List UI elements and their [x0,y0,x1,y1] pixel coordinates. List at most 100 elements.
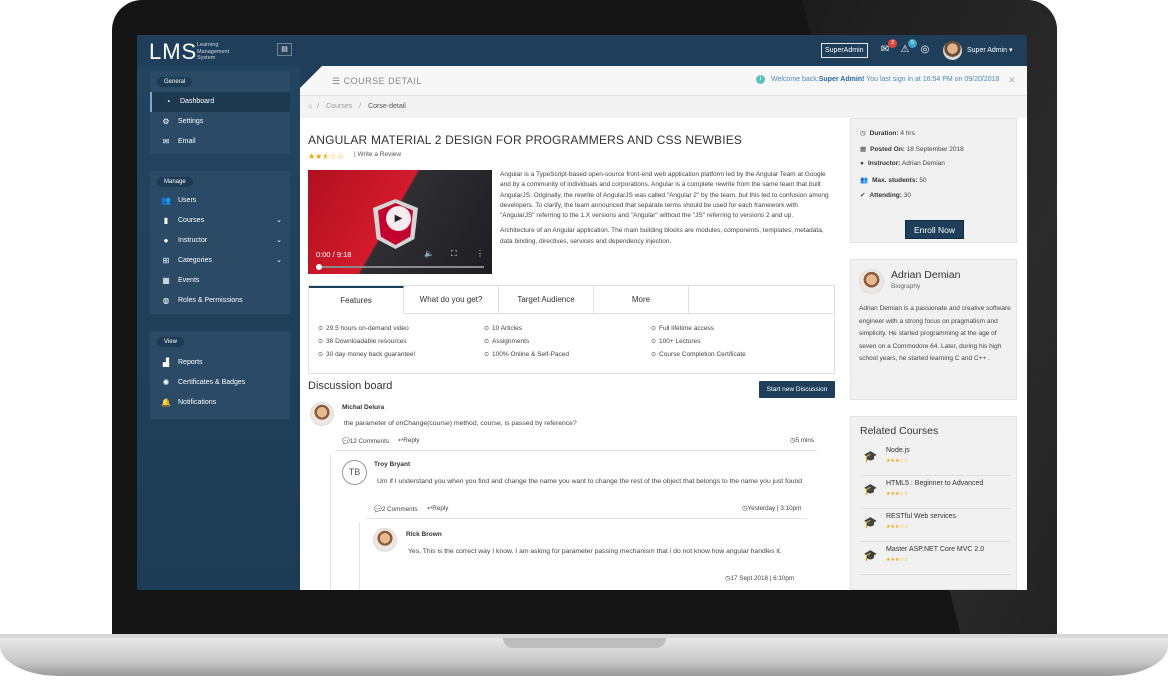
close-icon[interactable]: ✕ [1008,75,1016,86]
feature-item: ⊙ Course Completion Certificate [651,351,746,358]
user-icon: ● [860,160,864,167]
related-course-item[interactable]: 🎓 HTML5 : Beginner to Advanced ★★★☆☆ [860,476,1010,509]
check-circle-icon: ⊙ [318,352,324,358]
course-info-card: ◷ Duration: 4 hrs ▦ Posted On: 18 Septembe… [850,118,1017,243]
description-paragraph: Architecture of an Angular application. … [500,227,824,245]
sidebar-item-label: Courses [178,217,205,224]
sidebar-item-certificates[interactable]: ✺ Certificates & Badges [150,373,290,393]
graduation-cap-icon: 🎓 [863,484,878,496]
instructor-name[interactable]: Adrian Demian [891,269,960,281]
comments-link[interactable]: 💬12 Comments [342,437,389,445]
fullscreen-icon[interactable]: ⛶ [451,249,457,259]
chat-icon[interactable]: ✉ 3 [878,39,897,57]
comment-author[interactable]: Michal Delura [342,404,384,411]
user-avatar[interactable] [943,41,962,60]
sidebar-item-courses[interactable]: ▮ Courses ⌄ [150,211,290,231]
course-video-player[interactable]: ▶ 0:00 / 9:18 🔈 ⛶ ⋮ [308,170,492,274]
enroll-now-button[interactable]: Enroll Now [905,220,964,239]
related-course-item[interactable]: 🎓 Master ASP.NET Core MVC 2.0 ★★★☆☆ [860,542,1010,575]
info-attending: ✔ Attending: 30 [860,192,911,199]
page-header: ☰ COURSE DETAIL i Welcome back,Super Adm… [300,66,1027,96]
video-scrubber[interactable] [316,264,322,270]
related-course-stars: ★★★☆☆ [886,458,909,464]
check-icon: ✔ [860,192,866,199]
related-course-name[interactable]: Master ASP.NET Core MVC 2.0 [886,546,984,553]
role-badge[interactable]: SuperAdmin [821,43,868,58]
user-menu[interactable]: Super Admin ▾ [967,46,1013,54]
feature-item: ⊙ 100% Online & Self-Paced [484,351,569,358]
bar-chart-icon: ▟ [162,358,170,367]
sidebar-item-users[interactable]: 👥 Users [150,191,290,211]
play-icon[interactable]: ▶ [386,206,411,231]
globe-icon[interactable]: ◎ [918,43,932,57]
calendar-icon: ▦ [860,146,867,153]
sidebar-item-label: Events [178,277,200,284]
write-review-link[interactable]: | Write a Review [354,151,401,158]
check-circle-icon: ⊙ [318,326,324,332]
breadcrumb-courses[interactable]: Courses [326,103,352,110]
discussion-title: Discussion board [308,380,393,392]
home-icon[interactable]: ⌂ [308,103,312,110]
sitemap-icon: ⊞ [162,256,170,265]
video-progress-bar[interactable] [316,266,484,268]
related-course-name[interactable]: Node.js [886,447,910,454]
course-title: ANGULAR MATERIAL 2 DESIGN FOR PROGRAMMER… [308,133,743,147]
check-circle-icon: ⊙ [318,339,324,345]
comment-author[interactable]: Rick Brown [406,531,442,538]
more-options-icon[interactable]: ⋮ [476,249,484,258]
breadcrumb-current: Corse-detail [368,103,406,110]
sidebar-item-events[interactable]: ▦ Events [150,271,290,291]
logo-subtitle: Learning Management System [197,42,230,61]
comments-link[interactable]: 💬2 Comments [374,505,418,513]
avatar-initials[interactable]: TB [342,460,367,485]
sidebar-item-roles[interactable]: ◍ Roles & Permissions [150,291,290,311]
sidebar-section-view: View ▟ Reports ✺ Certificates & Badges 🔔 No… [150,331,290,419]
avatar[interactable] [310,402,334,426]
divider [336,450,817,451]
related-course-item[interactable]: 🎓 Node.js ★★★☆☆ [860,443,1010,476]
sidebar-item-settings[interactable]: ⚙ Settings [150,112,290,132]
sidebar-toggle-icon[interactable]: ▤ [277,43,292,56]
tab-target-audience[interactable]: Target Audience [499,286,594,313]
comment-text: the parameter of onChange(course) method… [344,420,577,427]
instructor-avatar[interactable] [859,269,884,294]
breadcrumb-separator: / [359,103,362,110]
sidebar-item-label: Email [178,138,196,145]
comment-author[interactable]: Troy Bryant [374,461,410,468]
reply-link[interactable]: ↩Reply [427,505,448,512]
page-title-text: COURSE DETAIL [343,76,422,86]
start-discussion-button[interactable]: Start new Discussion [759,381,835,398]
comment-text: Yes, This is the correct way I know. I a… [408,548,782,555]
reply-link[interactable]: ↩Reply [398,437,419,444]
section-heading: View [157,337,184,347]
graduation-cap-icon: 🎓 [863,550,878,562]
certificate-icon: ✺ [162,378,170,387]
avatar[interactable] [373,528,397,552]
related-course-name[interactable]: RESTful Web services [886,513,956,520]
course-rating-stars: ★★⯪☆☆ [308,152,345,161]
main-area: ☰ COURSE DETAIL i Welcome back,Super Adm… [300,66,1027,590]
tab-more[interactable]: More [594,286,689,313]
comments-icon: 💬 [374,506,382,513]
tab-features[interactable]: Features [309,286,404,313]
tab-what-do-you-get[interactable]: What do you get? [404,286,499,313]
sidebar-item-reports[interactable]: ▟ Reports [150,353,290,373]
app-screen: LMS Learning Management System ▤ SuperAd… [137,35,1027,590]
chat-count-badge: 3 [888,39,897,48]
alert-count-badge: 5 [908,39,917,48]
sidebar-item-email[interactable]: ✉ Email [150,132,290,152]
alert-icon[interactable]: ⚠ 5 [898,39,917,57]
related-course-item[interactable]: 🎓 RESTful Web services ★★⯪☆☆ [860,509,1010,542]
gears-icon: ⚙ [162,117,170,126]
section-heading: Manage [157,177,193,187]
sidebar-item-dashboard[interactable]: ◔ Dashboard [150,92,290,112]
sidebar-item-categories[interactable]: ⊞ Categories ⌄ [150,251,290,271]
list-icon: ☰ [332,76,344,86]
check-circle-icon: ⊙ [484,352,490,358]
related-course-name[interactable]: HTML5 : Beginner to Advanced [886,480,983,487]
sidebar-item-notifications[interactable]: 🔔 Notifications [150,393,290,413]
sidebar-item-instructor[interactable]: ● Instructor ⌄ [150,231,290,251]
volume-icon[interactable]: 🔈 [424,249,434,258]
comment-text: Um if I understand you when you find and… [377,478,803,485]
app-logo[interactable]: LMS [149,39,197,65]
